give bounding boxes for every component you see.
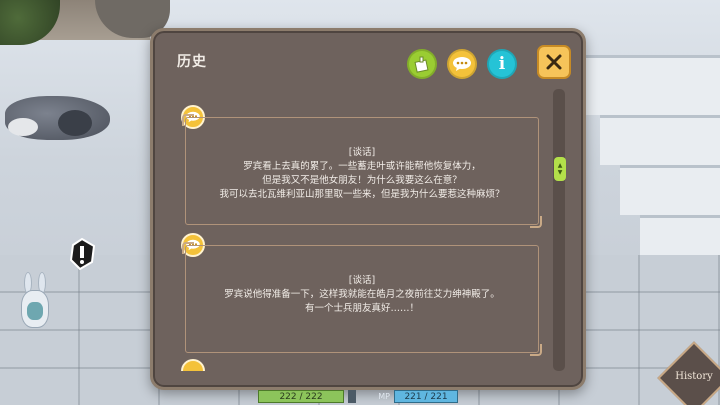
entry-line: 罗宾说他得准备一下，这样我就能在皓月之夜前往艾力绅神殿了。 (224, 289, 500, 300)
mp-bar: 221 / 221 (394, 390, 458, 403)
bunny-character (18, 272, 52, 330)
status-hud: 222 / 222 MP 221 / 221 (258, 388, 458, 405)
hp-bar: 222 / 222 (258, 390, 344, 403)
notes-filter-button[interactable] (407, 49, 437, 79)
panel-title: 历史 (177, 54, 207, 70)
entry-text: [谈话] 罗宾看上去真的累了。一些蓄走叶或许能帮他恢复体力， 但是我又不是他女朋… (186, 146, 538, 202)
chevron-up-icon: ▲ (557, 162, 563, 169)
entry-header: [谈话] (348, 275, 376, 286)
entry-line: 有一个士兵朋友真好……！ (304, 303, 419, 314)
close-icon (546, 54, 562, 70)
note-icon (414, 56, 429, 73)
entry-line: 我可以去北瓦维利亚山那里取一些来，但是我为什么要惹这种麻烦？ (219, 189, 505, 200)
history-button-label: History (675, 371, 713, 382)
hud-divider (348, 390, 356, 403)
entry-line: 但是我又不是他女朋友！为什么我要这么在意？ (262, 175, 462, 186)
entry-header: [谈话] (348, 147, 376, 158)
history-list[interactable]: [谈话] 罗宾看上去真的累了。一些蓄走叶或许能帮他恢复体力， 但是我又不是他女朋… (167, 89, 545, 371)
scrollbar[interactable]: ▲ ▼ (553, 89, 566, 371)
scroll-thumb[interactable]: ▲ ▼ (554, 157, 566, 181)
dialogue-filter-button[interactable] (447, 49, 477, 79)
history-panel: 历史 i [谈话] 罗宾看上去真的累了。一些蓄走叶或许能帮他恢复体力， 但是我又… (150, 28, 586, 390)
info-icon: i (498, 54, 506, 74)
entry-line: 罗宾看上去真的累了。一些蓄走叶或许能帮他恢复体力， (243, 161, 481, 172)
info-button[interactable]: i (487, 49, 517, 79)
speech-bubble-icon (453, 57, 471, 71)
wolf-creature (0, 88, 118, 150)
dialogue-entry-icon (181, 359, 205, 371)
history-entry: [谈话] 罗宾看上去真的累了。一些蓄走叶或许能帮他恢复体力， 但是我又不是他女朋… (182, 114, 542, 228)
history-entry: [谈话] 罗宾说他得准备一下，这样我就能在皓月之夜前往艾力绅神殿了。 有一个士兵… (182, 242, 542, 356)
mp-label: MP (378, 392, 390, 401)
entry-text: [谈话] 罗宾说他得准备一下，这样我就能在皓月之夜前往艾力绅神殿了。 有一个士兵… (186, 274, 538, 316)
alert-icon (69, 238, 96, 270)
close-button[interactable] (537, 45, 571, 79)
chevron-down-icon: ▼ (557, 169, 563, 176)
